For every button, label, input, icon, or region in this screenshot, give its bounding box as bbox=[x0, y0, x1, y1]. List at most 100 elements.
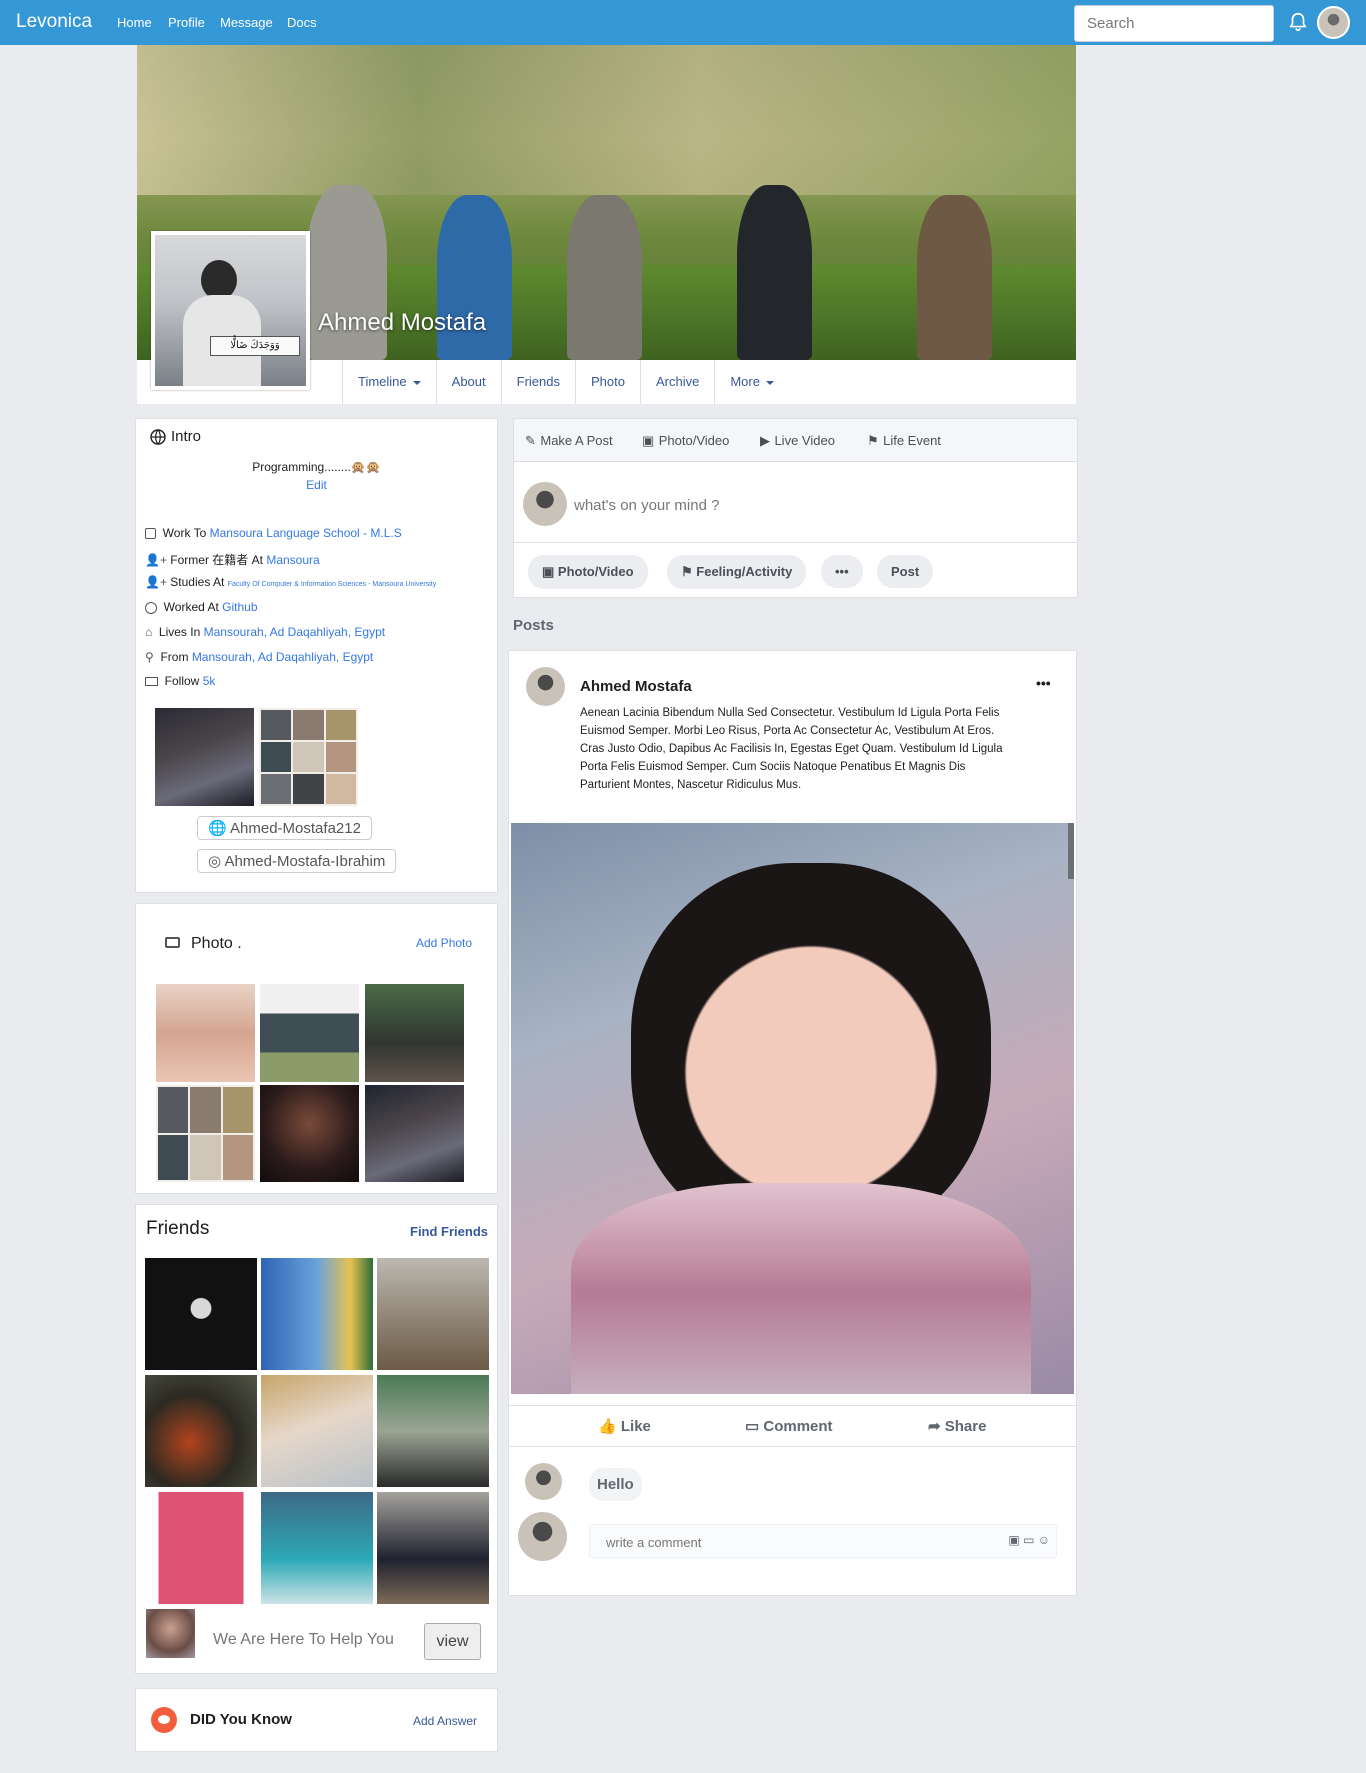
friend-avatar[interactable] bbox=[377, 1492, 489, 1604]
video-icon: ▶ bbox=[760, 433, 770, 448]
friend-avatar[interactable] bbox=[145, 1258, 257, 1370]
friend-avatar[interactable] bbox=[261, 1258, 373, 1370]
photo-video-tab[interactable]: ▣ Photo/Video bbox=[642, 432, 729, 450]
photos-title: Photo . bbox=[191, 935, 242, 952]
find-friends-link[interactable]: Find Friends bbox=[410, 1224, 488, 1239]
intro-bio: Programming........🙊🙊 bbox=[252, 460, 381, 474]
feeling-activity-button[interactable]: ⚑ Feeling/Activity bbox=[667, 555, 807, 589]
camera-icon: ▣ bbox=[542, 564, 555, 579]
instagram-icon: ◎ bbox=[208, 853, 222, 870]
photo-thumb[interactable] bbox=[260, 1085, 359, 1182]
tab-about[interactable]: About bbox=[437, 360, 502, 404]
intro-row-from: ⚲ From Mansourah, Ad Daqahliyah, Egypt bbox=[145, 650, 374, 664]
friend-avatar[interactable] bbox=[145, 1375, 257, 1487]
intro-row-follow: Follow 5k bbox=[145, 674, 215, 688]
tab-friends[interactable]: Friends bbox=[502, 360, 576, 404]
friend-avatar[interactable] bbox=[261, 1375, 373, 1487]
friend-avatar[interactable] bbox=[377, 1258, 489, 1370]
photo-thumb[interactable] bbox=[365, 1085, 464, 1182]
photo-thumb[interactable] bbox=[156, 1085, 255, 1182]
photo-thumb[interactable] bbox=[260, 984, 359, 1082]
post-options-button[interactable]: ••• bbox=[1036, 675, 1051, 691]
intro-row-worked: Worked At Github bbox=[145, 600, 258, 614]
nav-message[interactable]: Message bbox=[220, 15, 273, 30]
my-comment-avatar bbox=[518, 1512, 567, 1561]
tab-more[interactable]: More bbox=[715, 360, 789, 404]
post-image[interactable] bbox=[511, 823, 1074, 1394]
comment-placeholder: write a comment bbox=[606, 1535, 702, 1550]
camera-icon: ▣ bbox=[642, 433, 655, 448]
map-pin-icon: ⚲ bbox=[145, 650, 154, 664]
intro-row-former: 👤+ Former 在籍者 At Mansoura bbox=[145, 553, 320, 567]
help-text: We Are Here To Help You bbox=[213, 1631, 394, 1648]
profile-picture[interactable]: وَوَجَدَكَ ضَالًّا bbox=[151, 231, 310, 390]
photo-video-button[interactable]: ▣ Photo/Video bbox=[528, 555, 648, 589]
image-icon bbox=[165, 937, 180, 948]
user-plus-icon: 👤+ bbox=[145, 553, 167, 567]
post-button[interactable]: Post bbox=[877, 555, 934, 588]
calendar-icon bbox=[145, 528, 156, 540]
comment-button[interactable]: ▭ Comment bbox=[745, 1417, 833, 1435]
did-you-know-title: DID You Know bbox=[190, 1711, 292, 1728]
nav-profile[interactable]: Profile bbox=[168, 15, 205, 30]
tab-photo[interactable]: Photo bbox=[576, 360, 641, 404]
friend-avatar[interactable] bbox=[261, 1492, 373, 1604]
make-post-tab[interactable]: ✎ Make A Post bbox=[525, 432, 613, 450]
user-plus-icon: 👤+ bbox=[145, 575, 167, 589]
speech-bubble-icon bbox=[151, 1707, 177, 1733]
friend-avatar[interactable] bbox=[377, 1375, 489, 1487]
divider bbox=[509, 1446, 1076, 1447]
divider bbox=[509, 1405, 1076, 1406]
post-author-avatar[interactable] bbox=[526, 667, 565, 706]
divider bbox=[514, 542, 1077, 543]
profile-name: Ahmed Mostafa bbox=[318, 309, 487, 336]
composer-input[interactable]: what's on your mind ? bbox=[574, 497, 719, 514]
thumbs-up-icon: 👍 bbox=[598, 1418, 617, 1435]
posts-heading: Posts bbox=[513, 617, 554, 634]
add-photo-link[interactable]: Add Photo bbox=[416, 936, 472, 950]
brand-logo[interactable]: Levonica bbox=[16, 11, 92, 33]
life-event-tab[interactable]: ⚑ Life Event bbox=[867, 432, 941, 450]
home-icon: ⌂ bbox=[145, 625, 153, 639]
photo-thumb[interactable] bbox=[156, 984, 255, 1082]
pencil-icon: ✎ bbox=[525, 433, 536, 448]
intro-title: Intro bbox=[171, 428, 202, 445]
commenter-avatar bbox=[525, 1463, 562, 1500]
post-text: Aenean Lacinia Bibendum Nulla Sed Consec… bbox=[580, 707, 1003, 791]
nav-docs[interactable]: Docs bbox=[287, 15, 317, 30]
instagram-pill[interactable]: ◎ Ahmed-Mostafa-Ibrahim bbox=[197, 849, 397, 873]
post-author-name[interactable]: Ahmed Mostafa bbox=[580, 678, 692, 695]
intro-row-lives: ⌂ Lives In Mansourah, Ad Daqahliyah, Egy… bbox=[145, 625, 386, 639]
globe-icon bbox=[150, 429, 166, 445]
tab-archive[interactable]: Archive bbox=[641, 360, 716, 404]
share-button[interactable]: ➦ Share bbox=[928, 1417, 986, 1435]
globe-icon: 🌐 bbox=[208, 820, 227, 837]
photo-thumb[interactable] bbox=[365, 984, 464, 1082]
flag-icon: ⚑ bbox=[681, 564, 693, 579]
view-button[interactable]: view bbox=[424, 1623, 481, 1660]
search-input[interactable] bbox=[1074, 5, 1274, 42]
intro-photo-collage[interactable] bbox=[259, 708, 358, 806]
like-button[interactable]: 👍 Like bbox=[598, 1417, 651, 1435]
id-card-icon bbox=[145, 677, 158, 687]
comment-tools-icons[interactable]: ▣ ▭ ☺ bbox=[1008, 1533, 1050, 1547]
friends-title: Friends bbox=[146, 1218, 210, 1239]
edit-bio-link[interactable]: Edit bbox=[135, 478, 498, 492]
help-avatar bbox=[146, 1609, 195, 1658]
comment-input[interactable]: write a comment ▣ ▭ ☺ bbox=[589, 1524, 1057, 1558]
comment-icon: ▭ bbox=[745, 1418, 760, 1435]
profile-tabs: Timeline About Friends Photo Archive Mor… bbox=[342, 360, 789, 404]
website-pill[interactable]: 🌐 Ahmed-Mostafa212 bbox=[197, 816, 372, 840]
flag-icon: ⚑ bbox=[867, 433, 879, 448]
live-video-tab[interactable]: ▶ Live Video bbox=[760, 432, 835, 450]
bell-icon[interactable] bbox=[1287, 11, 1309, 33]
composer-avatar bbox=[523, 482, 567, 526]
nav-home[interactable]: Home bbox=[117, 15, 152, 30]
add-answer-link[interactable]: Add Answer bbox=[413, 1714, 477, 1728]
intro-photo[interactable] bbox=[155, 708, 254, 806]
tab-timeline[interactable]: Timeline bbox=[343, 360, 437, 404]
friend-avatar[interactable] bbox=[145, 1492, 257, 1604]
intro-row-studies: 👤+ Studies At Faculty Of Computer & Info… bbox=[145, 575, 437, 589]
user-avatar[interactable] bbox=[1317, 6, 1350, 39]
more-options-button[interactable]: ••• bbox=[821, 555, 863, 588]
